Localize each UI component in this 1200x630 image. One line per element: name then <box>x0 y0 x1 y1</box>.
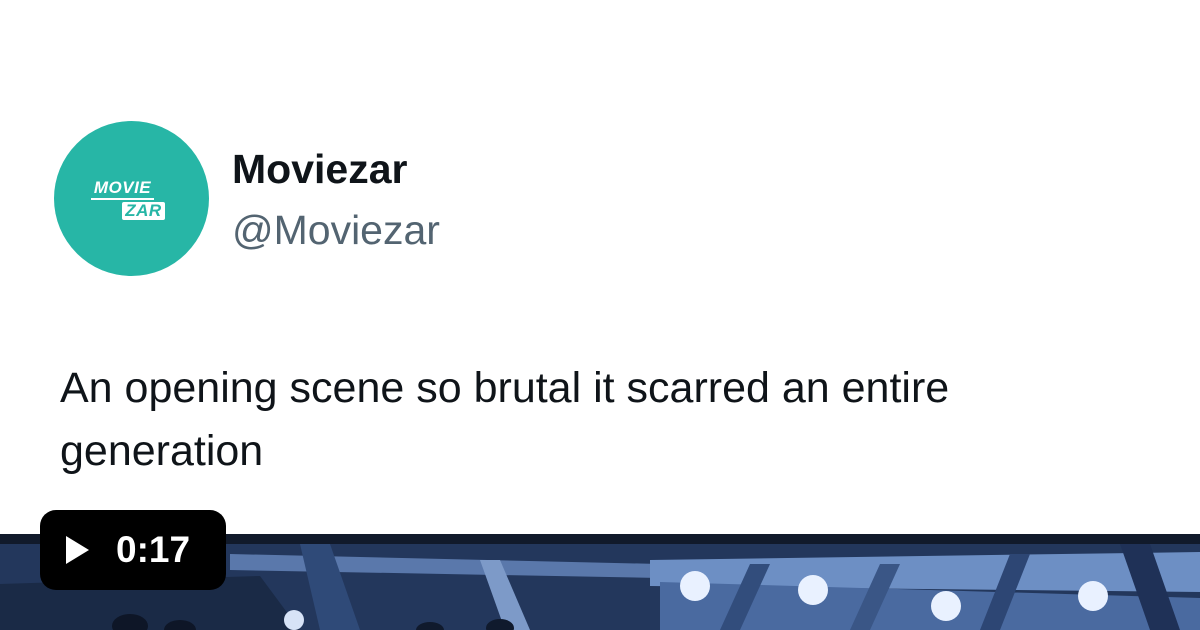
play-button[interactable]: 0:17 <box>40 510 226 590</box>
tweet-card: MOVIE ZAR Moviezar @Moviezar An opening … <box>0 0 1200 630</box>
avatar[interactable]: MOVIE ZAR <box>54 121 209 276</box>
tweet-text: An opening scene so brutal it scarred an… <box>60 364 950 475</box>
play-icon <box>66 536 89 564</box>
avatar-logo-line-1: MOVIE <box>90 178 155 200</box>
avatar-logo-line-2: ZAR <box>122 201 165 220</box>
user-handle[interactable]: @Moviezar <box>232 204 440 256</box>
video-duration: 0:17 <box>116 529 191 570</box>
display-name[interactable]: Moviezar <box>232 144 407 194</box>
